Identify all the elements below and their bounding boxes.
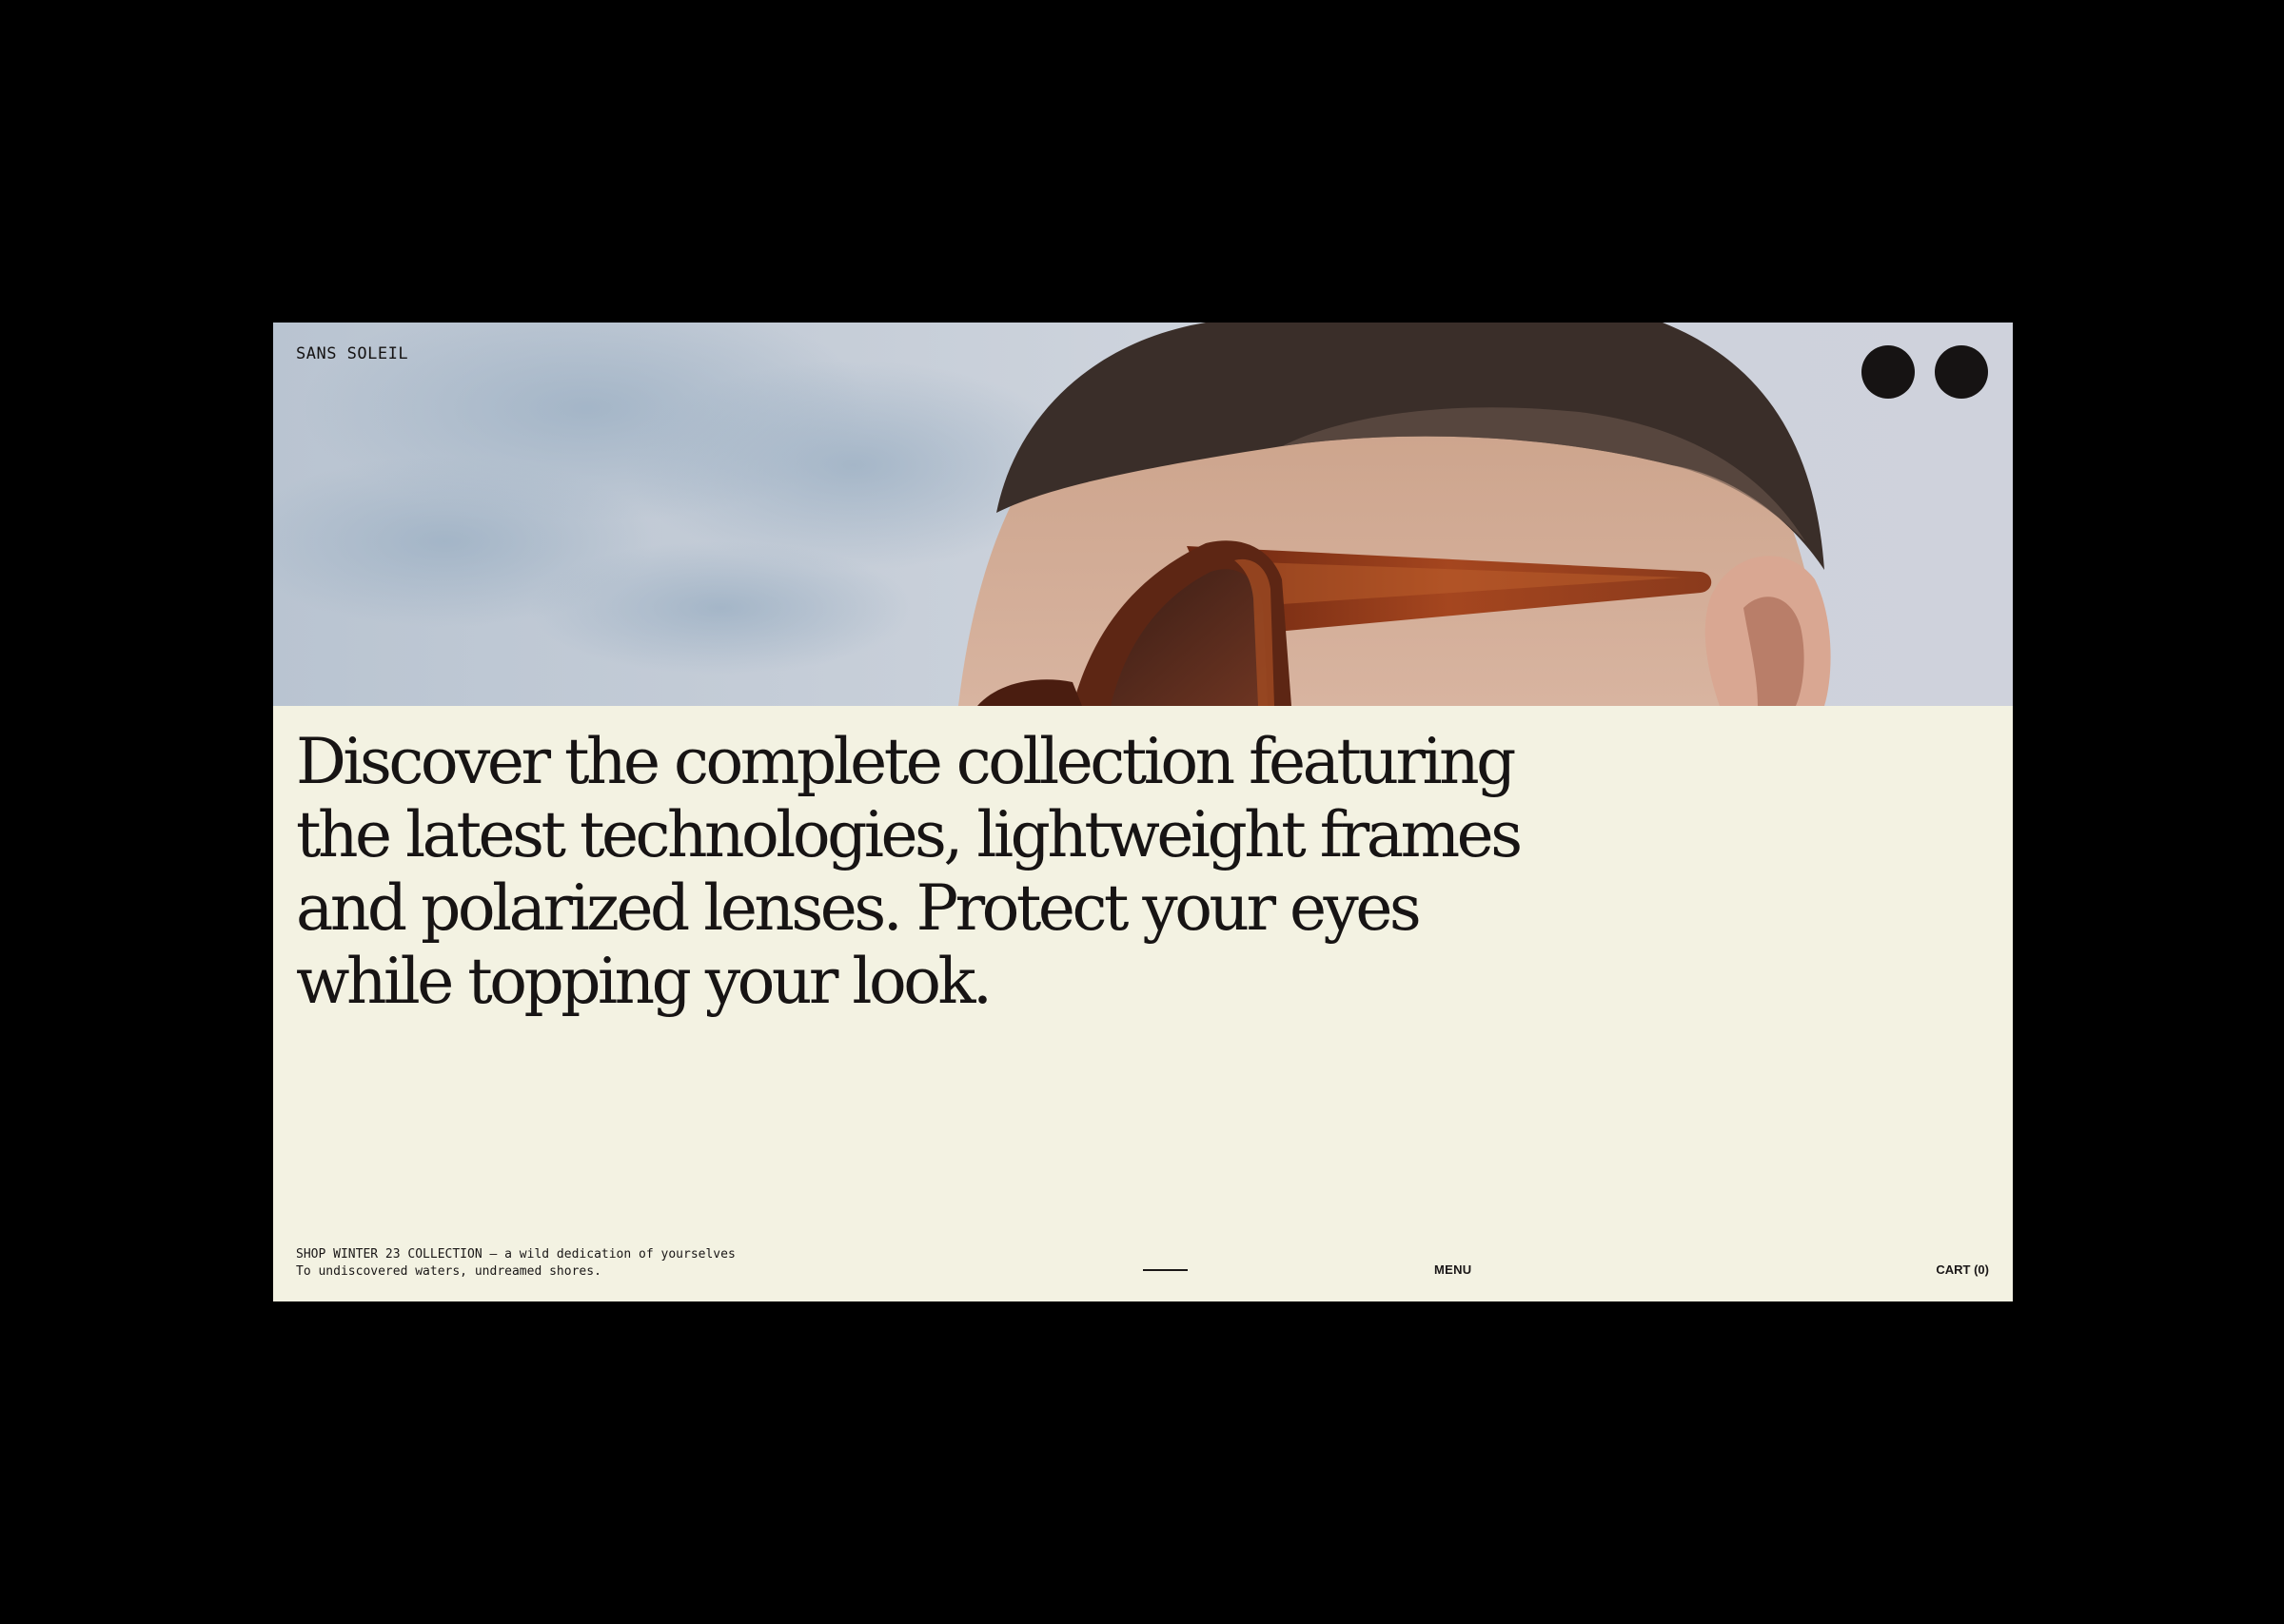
- hero-photo-illustration: [273, 323, 2013, 706]
- hero-image: SANS SOLEIL: [273, 323, 2013, 706]
- brand-logo[interactable]: SANS SOLEIL: [296, 344, 408, 363]
- divider-dash: [1143, 1269, 1188, 1271]
- hero-headline: Discover the complete collection featuri…: [296, 725, 1523, 1018]
- menu-button[interactable]: MENU: [1434, 1262, 1471, 1277]
- circle-button-right[interactable]: [1935, 345, 1988, 399]
- page-frame: SANS SOLEIL Discover the complete collec…: [273, 323, 2013, 1301]
- promo-text[interactable]: SHOP WINTER 23 COLLECTION — a wild dedic…: [296, 1246, 736, 1281]
- cart-button[interactable]: CART (0): [1936, 1262, 1989, 1277]
- promo-line-2: To undiscovered waters, undreamed shores…: [296, 1264, 601, 1279]
- circle-button-left[interactable]: [1861, 345, 1915, 399]
- promo-line-1[interactable]: SHOP WINTER 23 COLLECTION — a wild dedic…: [296, 1246, 736, 1263]
